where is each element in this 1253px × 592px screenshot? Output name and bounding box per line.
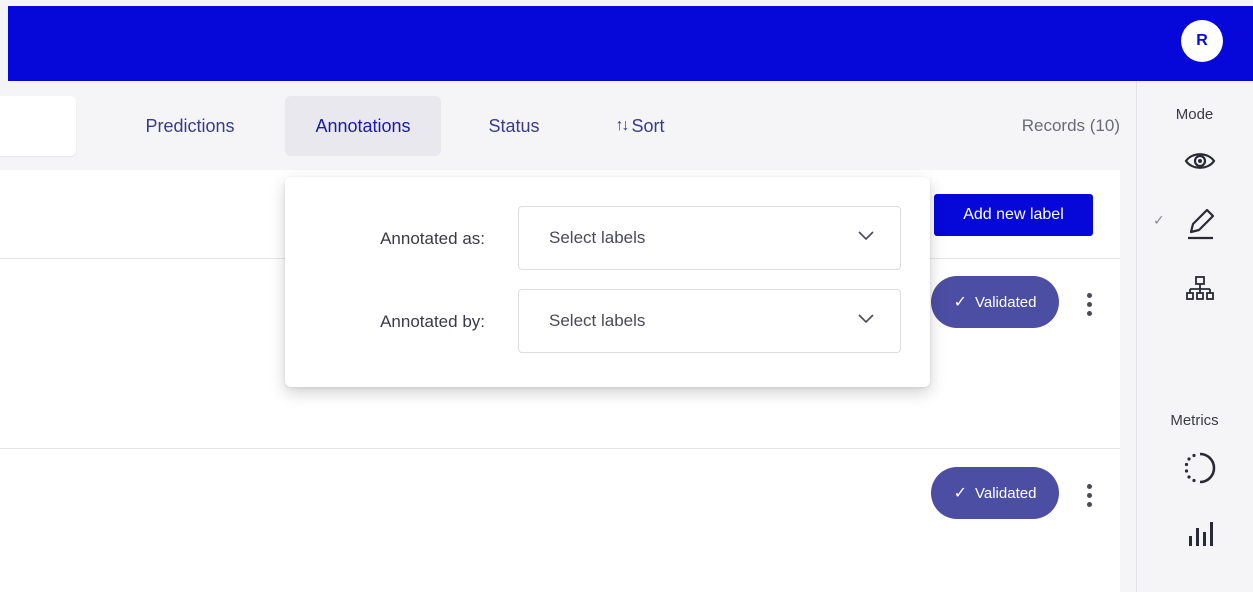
- chevron-down-icon: [858, 314, 874, 324]
- annotations-filter-dropdown: Annotated as: Select labels Annotated by…: [285, 177, 930, 387]
- records-count: Records (10): [1021, 116, 1120, 135]
- tab-predictions[interactable]: Predictions: [120, 96, 260, 156]
- top-bar: [8, 6, 1253, 81]
- status-badge-label: Validated: [974, 484, 1037, 502]
- chevron-down-icon: [858, 231, 874, 241]
- check-icon: ✓: [953, 485, 967, 502]
- annotated-by-select[interactable]: Select labels: [518, 289, 901, 353]
- selected-mode-check-icon: ✓: [1153, 212, 1165, 228]
- metrics-heading: Metrics: [1170, 412, 1219, 429]
- mode-heading: Mode: [1175, 106, 1214, 123]
- check-icon: ✓: [953, 294, 967, 311]
- annotated-by-label: Annotated by:: [380, 312, 485, 331]
- more-options-icon[interactable]: [1077, 475, 1101, 515]
- status-badge[interactable]: ✓ Validated: [931, 276, 1059, 328]
- record-divider: [0, 448, 1120, 449]
- progress-circle-icon[interactable]: [1180, 448, 1220, 488]
- tab-status[interactable]: Status: [466, 96, 562, 156]
- sort-icon: ↑↓: [615, 117, 629, 134]
- tab-sort[interactable]: ↑↓ Sort: [592, 96, 688, 156]
- pencil-icon[interactable]: [1180, 202, 1220, 242]
- status-badge-label: Validated: [974, 293, 1037, 311]
- user-avatar[interactable]: R: [1181, 20, 1223, 62]
- status-badge[interactable]: ✓ Validated: [931, 467, 1059, 519]
- annotated-as-placeholder: Select labels: [549, 228, 646, 247]
- search-input[interactable]: [0, 96, 76, 156]
- bar-chart-icon[interactable]: [1180, 513, 1220, 553]
- eye-icon[interactable]: [1180, 141, 1220, 181]
- more-options-icon[interactable]: [1077, 284, 1101, 324]
- annotated-by-placeholder: Select labels: [549, 311, 646, 330]
- annotated-as-select[interactable]: Select labels: [518, 206, 901, 270]
- tab-sort-label: Sort: [631, 115, 665, 136]
- tab-annotations[interactable]: Annotations: [285, 96, 441, 156]
- hierarchy-icon[interactable]: [1180, 269, 1220, 309]
- add-new-label-button[interactable]: Add new label: [934, 194, 1093, 236]
- annotated-as-label: Annotated as:: [380, 229, 485, 248]
